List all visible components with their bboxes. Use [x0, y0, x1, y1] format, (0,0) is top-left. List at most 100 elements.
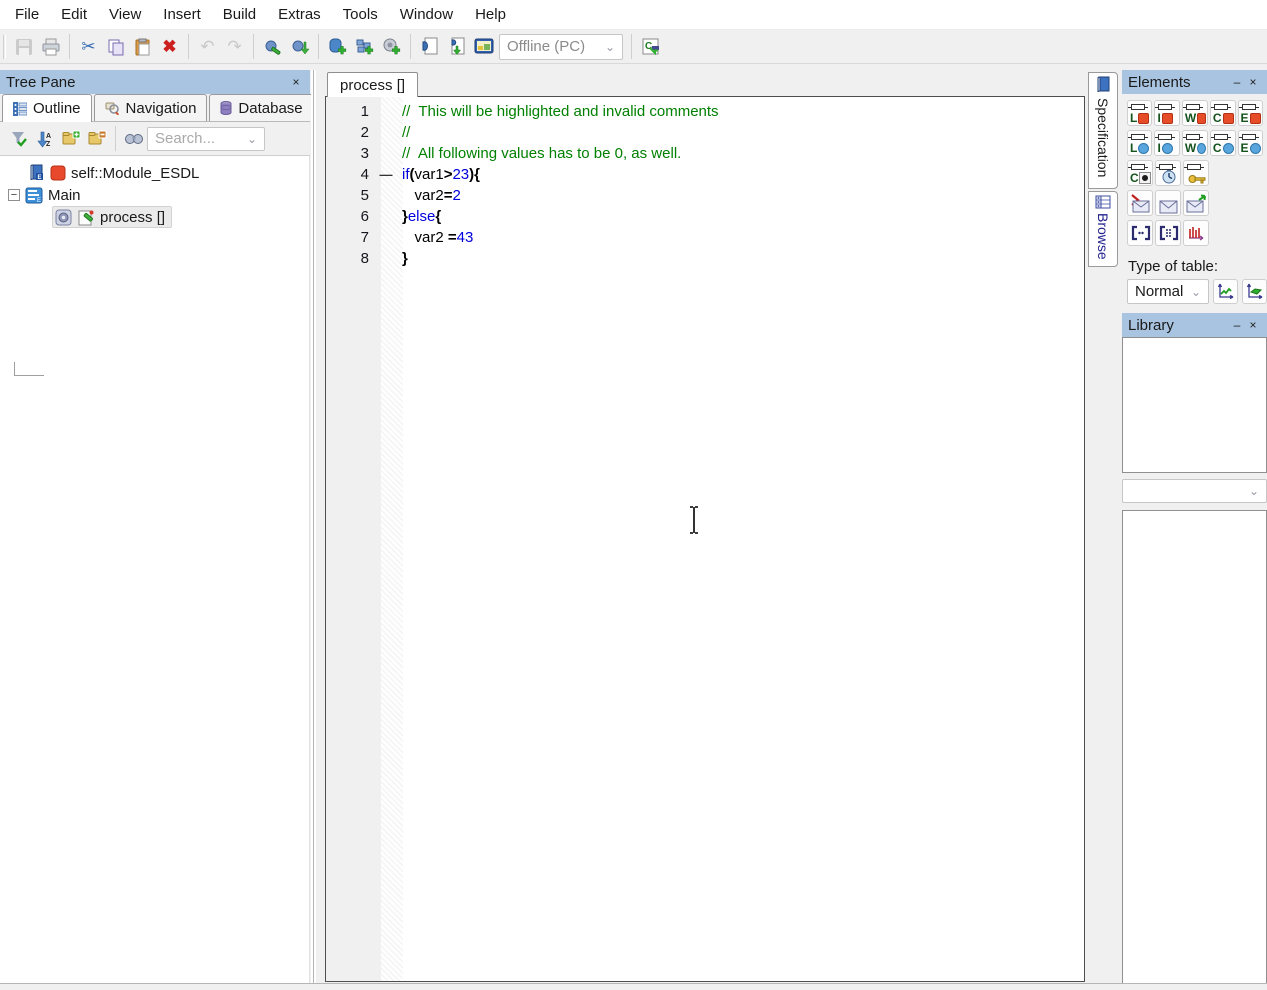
library-list[interactable]: [1122, 337, 1267, 473]
paste-button[interactable]: [129, 33, 156, 60]
table-type-select[interactable]: Normal ⌄: [1127, 279, 1209, 304]
fold-marker-icon[interactable]: —: [375, 164, 397, 185]
open-document-button[interactable]: [416, 33, 443, 60]
menu-edit[interactable]: Edit: [50, 0, 98, 29]
chevron-down-icon: ⌄: [247, 132, 257, 146]
search-input[interactable]: Search... ⌄: [147, 127, 265, 151]
library-detail-box[interactable]: [1122, 510, 1267, 990]
code-generation-settings-button[interactable]: C: [637, 33, 664, 60]
variable-square-icon: [1162, 113, 1173, 124]
element-I-square-button[interactable]: I: [1154, 100, 1179, 126]
element-W-square-button[interactable]: W: [1182, 100, 1208, 126]
add-class-button[interactable]: [378, 33, 405, 60]
copy-button[interactable]: [102, 33, 129, 60]
expand-all-button[interactable]: [58, 126, 84, 152]
tab-navigation[interactable]: Navigation: [94, 94, 208, 121]
library-filter-select[interactable]: ⌄: [1122, 479, 1267, 503]
print-button[interactable]: [37, 33, 64, 60]
element-L-circle-button[interactable]: L: [1127, 130, 1152, 156]
filter-button[interactable]: [6, 126, 32, 152]
code-generation-settings-icon: C: [641, 37, 661, 57]
element-letter: L: [1130, 142, 1137, 154]
menu-window[interactable]: Window: [389, 0, 464, 29]
matrix-button[interactable]: [1155, 220, 1181, 246]
experiment-target-select[interactable]: Offline (PC) ⌄: [499, 34, 623, 60]
tab-specification[interactable]: Specification: [1088, 72, 1118, 189]
characteristic-icon: [1187, 225, 1207, 241]
menu-help[interactable]: Help: [464, 0, 517, 29]
delete-button[interactable]: ✖: [156, 33, 183, 60]
add-module-button[interactable]: [351, 33, 378, 60]
key-button[interactable]: [1183, 160, 1209, 186]
tab-browse[interactable]: Browse: [1088, 191, 1118, 267]
toolbar-grip[interactable]: [3, 35, 6, 59]
search-placeholder: Search...: [155, 130, 215, 147]
message-button[interactable]: [1155, 190, 1181, 216]
cut-button[interactable]: ✂: [75, 33, 102, 60]
code-editor[interactable]: 1// This will be highlighted and invalid…: [325, 96, 1085, 982]
menu-bar: FileEditViewInsertBuildExtrasToolsWindow…: [0, 0, 1267, 30]
generate-code-button[interactable]: [286, 33, 313, 60]
tab-database[interactable]: Database: [209, 94, 313, 121]
message-receive-button[interactable]: [1127, 190, 1153, 216]
tree-node-process[interactable]: process []: [0, 206, 309, 228]
message-send-button[interactable]: [1183, 190, 1209, 216]
sort-az-button[interactable]: AZ: [32, 126, 58, 152]
element-L-square-button[interactable]: L: [1127, 100, 1152, 126]
add-component-button[interactable]: [324, 33, 351, 60]
element-C-circle-button[interactable]: C: [1210, 130, 1236, 156]
element-W-circle-button[interactable]: W: [1182, 130, 1208, 156]
tree-node-main[interactable]: − E Main: [0, 184, 309, 206]
tree-view[interactable]: E self::Module_ESDL − E Main process []: [0, 156, 310, 983]
save-button[interactable]: [10, 33, 37, 60]
array-button[interactable]: [1127, 220, 1153, 246]
editor-tab-process[interactable]: process []: [327, 72, 418, 97]
collapse-expander[interactable]: −: [8, 189, 20, 201]
svg-text:A: A: [46, 133, 51, 140]
edit-component-button[interactable]: [259, 33, 286, 60]
code-area[interactable]: 1// This will be highlighted and invalid…: [403, 97, 1084, 981]
element-C-square-button[interactable]: C: [1210, 100, 1236, 126]
monitor-button[interactable]: [470, 33, 497, 60]
table-1d-button[interactable]: [1213, 279, 1238, 304]
menu-extras[interactable]: Extras: [267, 0, 332, 29]
code-text: //: [397, 124, 410, 141]
element-I-circle-button[interactable]: I: [1154, 130, 1179, 156]
elements-minimize-button[interactable]: –: [1229, 74, 1245, 90]
tree-node-module-label: self::Module_ESDL: [71, 165, 199, 182]
left-splitter[interactable]: [311, 70, 316, 983]
save-icon: [15, 38, 33, 56]
menu-tools[interactable]: Tools: [332, 0, 389, 29]
variable-square-icon: [1138, 113, 1149, 124]
main-diagram-icon: E: [25, 187, 43, 204]
tree-pane-close-button[interactable]: ×: [288, 74, 304, 90]
element-E-square-button[interactable]: E: [1238, 100, 1263, 126]
code-line-8: 8}: [326, 248, 1084, 269]
message-send-icon: [1186, 194, 1207, 214]
tree-node-module[interactable]: E self::Module_ESDL: [0, 162, 309, 184]
table-2d-button[interactable]: [1242, 279, 1267, 304]
import-document-button[interactable]: [443, 33, 470, 60]
element-letter: I: [1157, 112, 1160, 124]
library-minimize-button[interactable]: –: [1229, 317, 1245, 333]
element-letter: W: [1185, 112, 1196, 124]
timer-button[interactable]: [1155, 160, 1181, 186]
menu-file[interactable]: File: [4, 0, 50, 29]
find-button[interactable]: [121, 126, 147, 152]
code-text: if(var1>23){: [397, 166, 480, 183]
elements-close-button[interactable]: ×: [1245, 74, 1261, 90]
menu-build[interactable]: Build: [212, 0, 267, 29]
menu-view[interactable]: View: [98, 0, 152, 29]
menu-insert[interactable]: Insert: [152, 0, 212, 29]
constant-button[interactable]: C: [1127, 160, 1153, 186]
library-close-button[interactable]: ×: [1245, 317, 1261, 333]
tab-outline[interactable]: Outline: [2, 94, 92, 122]
matrix-icon: [1159, 225, 1179, 241]
component-pin-icon: [1158, 134, 1172, 140]
characteristic-button[interactable]: [1183, 220, 1209, 246]
redo-button[interactable]: ↷: [221, 33, 248, 60]
undo-button[interactable]: ↶: [194, 33, 221, 60]
element-E-circle-button[interactable]: E: [1238, 130, 1263, 156]
elements-title: Elements: [1128, 74, 1191, 91]
collapse-all-button[interactable]: [84, 126, 110, 152]
